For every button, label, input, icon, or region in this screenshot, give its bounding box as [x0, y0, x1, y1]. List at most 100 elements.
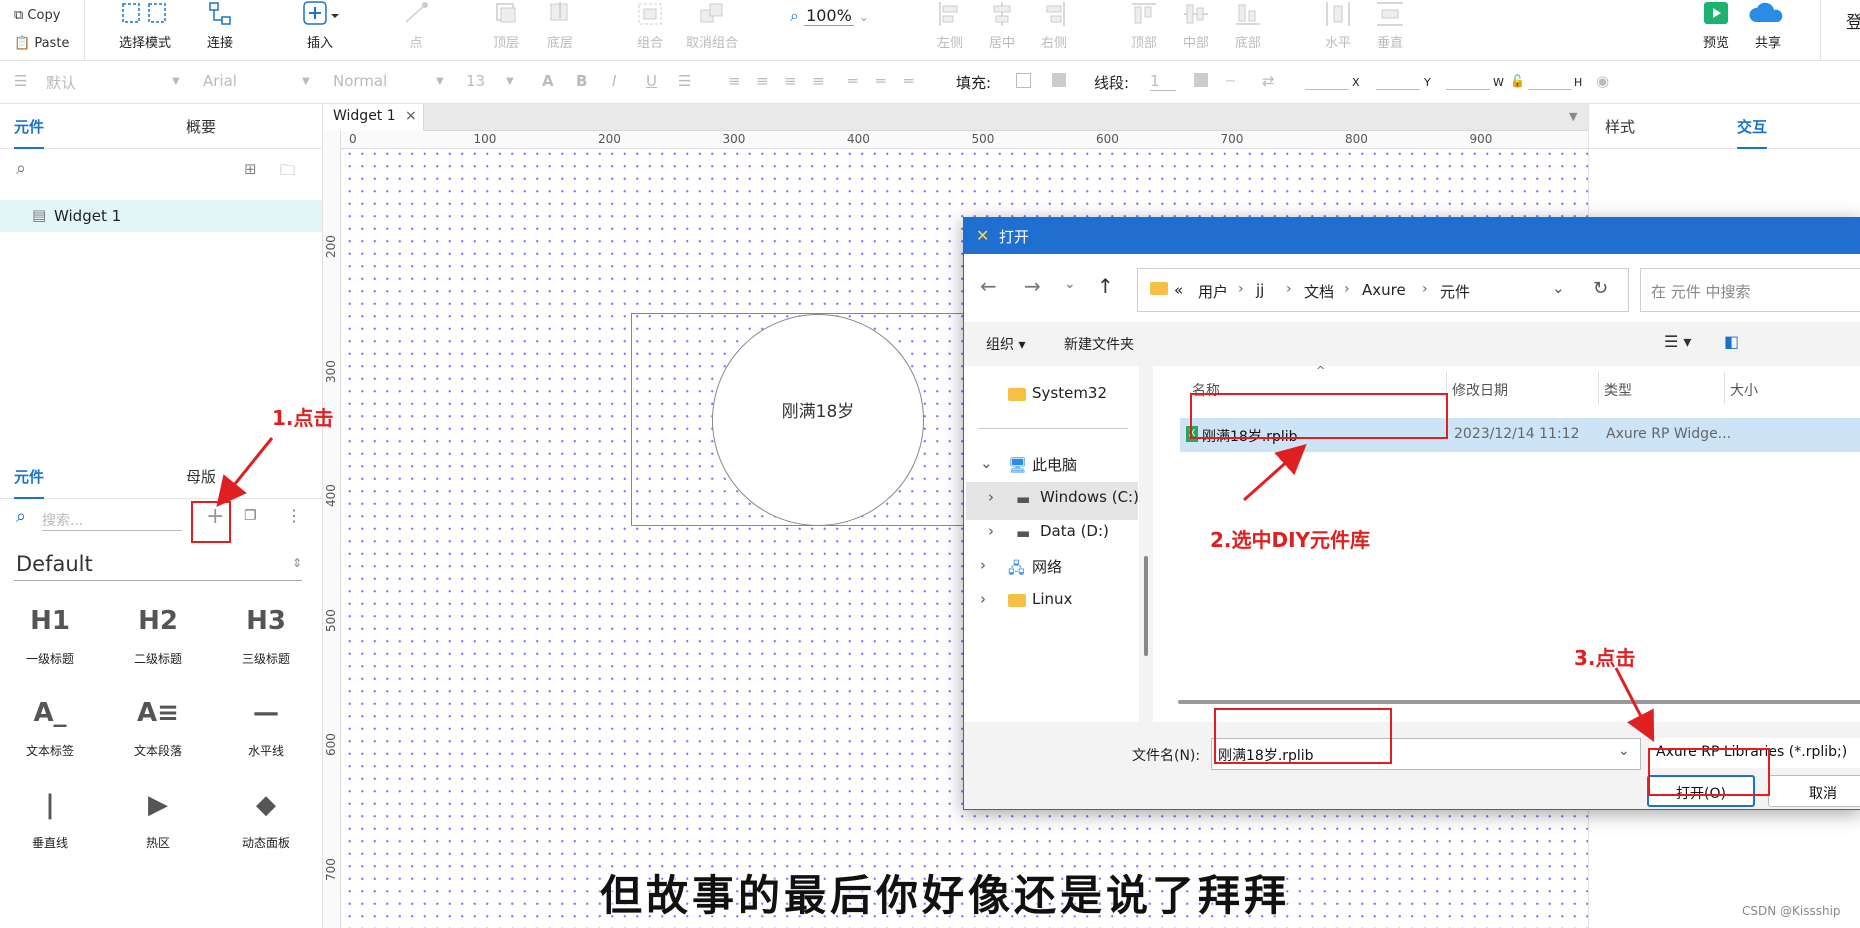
- copy-library-icon[interactable]: ❐: [244, 508, 257, 524]
- insert-button[interactable]: 插入: [300, 0, 340, 51]
- horizontal-scrollbar[interactable]: [1178, 700, 1860, 704]
- forward-icon[interactable]: →: [1024, 274, 1041, 298]
- view-options-icon[interactable]: ☰ ▾: [1664, 332, 1691, 351]
- zoom-control[interactable]: ⌕ 100% ⌄: [790, 6, 869, 26]
- align-center-button[interactable]: 居中: [986, 0, 1018, 51]
- expand-chevron-icon[interactable]: ⌄: [980, 454, 993, 472]
- widget-item[interactable]: ▶ 热区: [108, 790, 208, 851]
- tab-style[interactable]: 样式: [1605, 116, 1635, 137]
- column-type[interactable]: 类型: [1604, 380, 1632, 400]
- circle-shape[interactable]: 刚满18岁: [712, 314, 924, 526]
- underline-icon[interactable]: U: [646, 72, 657, 90]
- library-select[interactable]: Default ⇕: [14, 550, 302, 581]
- distribute-horizontal-button[interactable]: 水平: [1322, 0, 1354, 51]
- chevron-down-icon[interactable]: ⌄: [1618, 743, 1630, 759]
- connect-button[interactable]: 连接: [200, 0, 240, 51]
- chevron-down-icon[interactable]: ⌄: [1552, 279, 1565, 297]
- expand-chevron-icon[interactable]: ›: [980, 590, 986, 608]
- y-input[interactable]: [1376, 89, 1420, 90]
- chevron-down-icon[interactable]: ▼: [1569, 110, 1577, 123]
- expand-chevron-icon[interactable]: ›: [980, 556, 986, 574]
- breadcrumb-item[interactable]: 用户: [1198, 281, 1228, 302]
- folder-icon[interactable]: 🗀: [280, 160, 295, 185]
- column-size[interactable]: 大小: [1730, 380, 1758, 400]
- tab-outline[interactable]: 概要: [186, 116, 216, 137]
- canvas-tab[interactable]: Widget 1 ×: [323, 104, 424, 131]
- line-pattern-icon[interactable]: ┄: [1226, 72, 1235, 90]
- share-button[interactable]: 共享: [1746, 0, 1790, 51]
- search-icon[interactable]: ⌕: [16, 158, 26, 179]
- refresh-icon[interactable]: ↻: [1593, 278, 1608, 299]
- widget-item[interactable]: ◆ 动态面板: [216, 790, 316, 851]
- bold-icon[interactable]: B: [576, 72, 587, 90]
- list-icon[interactable]: ☰: [678, 72, 691, 90]
- fill-image-swatch[interactable]: [1052, 73, 1066, 87]
- tab-widgets-top[interactable]: 元件: [14, 116, 45, 149]
- distribute-vertical-button[interactable]: 垂直: [1374, 0, 1406, 51]
- bring-front-button[interactable]: 顶层: [490, 0, 522, 51]
- preview-pane-icon[interactable]: ◧: [1724, 332, 1739, 351]
- widget-item[interactable]: H1 一级标题: [0, 606, 100, 667]
- valign-bottom-icon[interactable]: ═: [904, 72, 913, 90]
- widget-item[interactable]: H2 二级标题: [108, 606, 208, 667]
- scrollbar[interactable]: [1139, 366, 1153, 722]
- visibility-icon[interactable]: ◉: [1596, 72, 1609, 90]
- text-align-right-icon[interactable]: ≡: [784, 72, 797, 90]
- column-date[interactable]: 修改日期: [1452, 380, 1508, 400]
- add-page-icon[interactable]: ⊞: [244, 160, 257, 178]
- w-input[interactable]: [1446, 89, 1490, 90]
- font-color-icon[interactable]: A: [542, 72, 554, 90]
- lock-icon[interactable]: 🔓: [1510, 74, 1525, 88]
- cancel-button[interactable]: 取消: [1768, 775, 1860, 807]
- widget-item[interactable]: A_ 文本标签: [0, 698, 100, 759]
- breadcrumb-item[interactable]: 元件: [1440, 281, 1470, 302]
- ungroup-button[interactable]: 取消组合: [684, 0, 740, 51]
- breadcrumb-item[interactable]: Axure: [1362, 281, 1406, 299]
- close-icon[interactable]: ×: [405, 108, 417, 124]
- fill-color-swatch[interactable]: [1016, 73, 1031, 88]
- italic-icon[interactable]: I: [612, 72, 616, 90]
- arrow-style-icon[interactable]: ⇄: [1262, 72, 1275, 90]
- organize-menu[interactable]: 组织 ▾: [986, 334, 1025, 354]
- line-width-input[interactable]: 1: [1150, 72, 1176, 91]
- more-options-icon[interactable]: ⋮: [286, 506, 302, 525]
- widget-item[interactable]: H3 三级标题: [216, 606, 316, 667]
- valign-middle-icon[interactable]: ═: [876, 72, 885, 90]
- new-folder-button[interactable]: 新建文件夹: [1064, 334, 1134, 354]
- line-color-swatch[interactable]: [1194, 73, 1208, 87]
- expand-chevron-icon[interactable]: ›: [988, 488, 994, 506]
- breadcrumb-item[interactable]: 文档: [1304, 281, 1334, 302]
- style-select[interactable]: 默认: [46, 72, 76, 93]
- tab-interactions[interactable]: 交互: [1737, 116, 1768, 149]
- text-align-center-icon[interactable]: ≡: [756, 72, 769, 90]
- send-back-button[interactable]: 底层: [544, 0, 576, 51]
- widget-item[interactable]: | 垂直线: [0, 790, 100, 851]
- paste-button[interactable]: 📋 Paste: [14, 36, 69, 51]
- align-right-button[interactable]: 右侧: [1038, 0, 1070, 51]
- point-button[interactable]: 点: [400, 0, 432, 51]
- login-link[interactable]: 登: [1846, 8, 1860, 33]
- breadcrumb-item[interactable]: jj: [1256, 281, 1264, 299]
- preview-button[interactable]: 预览: [1696, 0, 1736, 51]
- folder-search-input[interactable]: 在 元件 中搜索: [1640, 268, 1860, 312]
- select-mode-button[interactable]: 选择模式: [112, 0, 178, 51]
- tab-widgets[interactable]: 元件: [14, 466, 45, 499]
- align-bottom-button[interactable]: 底部: [1232, 0, 1264, 51]
- align-middle-button[interactable]: 中部: [1180, 0, 1212, 51]
- group-button[interactable]: 组合: [634, 0, 666, 51]
- tab-masters[interactable]: 母版: [186, 466, 216, 487]
- expand-chevron-icon[interactable]: ›: [988, 522, 994, 540]
- align-top-button[interactable]: 顶部: [1128, 0, 1160, 51]
- font-weight-select[interactable]: Normal: [333, 72, 387, 90]
- breadcrumb-overflow[interactable]: «: [1174, 281, 1183, 299]
- font-select[interactable]: Arial: [203, 72, 237, 90]
- text-justify-icon[interactable]: ≡: [812, 72, 825, 90]
- font-size-select[interactable]: 13: [466, 72, 485, 90]
- chevron-down-icon[interactable]: ⌄: [1064, 276, 1076, 292]
- back-icon[interactable]: ←: [980, 274, 997, 298]
- scrollbar-thumb[interactable]: [1144, 556, 1148, 656]
- widget-item[interactable]: — 水平线: [216, 698, 316, 759]
- x-input[interactable]: [1305, 89, 1349, 90]
- up-icon[interactable]: ↑: [1097, 274, 1114, 298]
- widget-search-input[interactable]: 搜索...: [42, 510, 182, 531]
